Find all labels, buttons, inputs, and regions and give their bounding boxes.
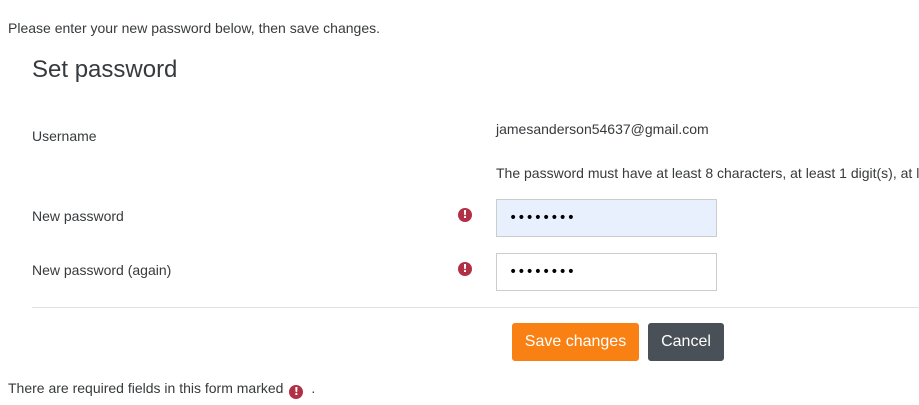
intro-text: Please enter your new password below, th… bbox=[8, 20, 381, 36]
new-password-input[interactable] bbox=[496, 199, 717, 237]
new-password-again-input[interactable] bbox=[496, 253, 717, 291]
username-label: Username bbox=[32, 128, 97, 144]
required-fields-note: There are required fields in this form m… bbox=[8, 380, 315, 399]
password-policy-hint: The password must have at least 8 charac… bbox=[496, 165, 919, 181]
required-icon: ! bbox=[458, 208, 472, 222]
username-value: jamesanderson54637@gmail.com bbox=[496, 121, 709, 137]
required-icon: ! bbox=[458, 262, 472, 276]
required-fields-text: There are required fields in this form m… bbox=[8, 380, 284, 396]
required-icon: ! bbox=[289, 385, 304, 399]
new-password-again-label: New password (again) bbox=[32, 262, 172, 278]
cancel-button[interactable]: Cancel bbox=[648, 323, 724, 361]
footer-period: . bbox=[311, 380, 316, 396]
new-password-label: New password bbox=[32, 208, 124, 224]
page-title: Set password bbox=[32, 56, 178, 83]
save-changes-button[interactable]: Save changes bbox=[512, 323, 639, 361]
form-divider bbox=[32, 307, 919, 308]
